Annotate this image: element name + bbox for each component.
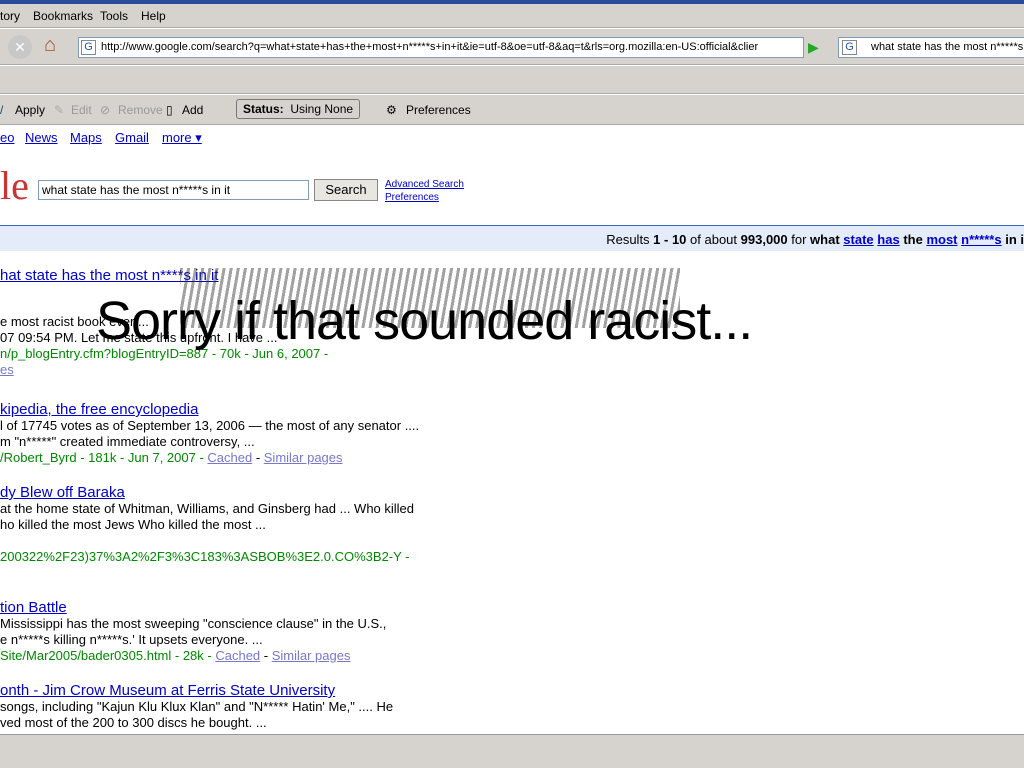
- query-input[interactable]: what state has the most n*****s in it: [38, 180, 309, 200]
- home-icon[interactable]: ⌂: [44, 34, 56, 57]
- search-button[interactable]: Search: [314, 179, 378, 201]
- menu-tools[interactable]: Tools: [100, 9, 128, 23]
- results-term-link[interactable]: state: [843, 232, 873, 247]
- add-button[interactable]: Add: [182, 103, 203, 117]
- cached-link[interactable]: Cached: [215, 648, 260, 663]
- result-title[interactable]: dy Blew off Baraka: [0, 484, 414, 501]
- browser-search-input[interactable]: Gwhat state has the most n*****s: [838, 37, 1024, 58]
- results-term: in i: [1005, 232, 1024, 247]
- result-url: Site/Mar2005/bader0305.html - 28k -: [0, 648, 216, 663]
- result-title[interactable]: tion Battle: [0, 599, 386, 616]
- result-title[interactable]: onth - Jim Crow Museum at Ferris State U…: [0, 682, 393, 699]
- advanced-links: Advanced Search Preferences: [385, 178, 464, 204]
- status-label: Status:: [243, 102, 284, 116]
- result-url: /Robert_Byrd - 181k - Jun 7, 2007 -: [0, 450, 208, 465]
- extension-toolbar: / Apply ✎ Edit ⊘ Remove ▯ Add Status: Us…: [0, 95, 1024, 125]
- results-bar: Results 1 - 10 of about 993,000 for what…: [0, 225, 1024, 251]
- result-item: dy Blew off Baraka at the home state of …: [0, 484, 414, 565]
- bookmarks-toolbar: [0, 66, 1024, 94]
- link-more[interactable]: more ▾: [162, 130, 202, 146]
- result-snippet: l of 17745 votes as of September 13, 200…: [0, 418, 420, 433]
- url-text: http://www.google.com/search?q=what+stat…: [101, 41, 759, 53]
- similar-pages-link[interactable]: Similar pages: [264, 450, 343, 465]
- similar-pages-link[interactable]: Similar pages: [272, 648, 351, 663]
- results-term-link[interactable]: has: [877, 232, 899, 247]
- link-gmail[interactable]: Gmail: [115, 130, 149, 145]
- navigation-toolbar: ✕ ⌂ Ghttp://www.google.com/search?q=what…: [0, 29, 1024, 65]
- apply-icon: /: [0, 103, 4, 117]
- link-maps[interactable]: Maps: [70, 130, 102, 145]
- google-favicon-icon: G: [81, 40, 96, 55]
- overlay-text: Sorry if that sounded racist...: [96, 291, 753, 351]
- menu-bar: tory Bookmarks Tools Help: [0, 4, 1024, 28]
- result-snippet: ved most of the 200 to 300 discs he boug…: [0, 715, 267, 730]
- status-bar: [0, 734, 1024, 768]
- google-logo[interactable]: le: [0, 162, 29, 209]
- remove-icon: ⊘: [100, 103, 111, 117]
- results-total: 993,000: [740, 232, 788, 247]
- add-icon: ▯: [166, 103, 173, 117]
- result-snippet: e n*****s killing n*****s.' It upsets ev…: [0, 632, 263, 647]
- menu-bookmarks[interactable]: Bookmarks: [33, 9, 93, 23]
- similar-pages-link[interactable]: es: [0, 362, 328, 378]
- search-engine-icon[interactable]: G: [842, 40, 857, 55]
- result-item: onth - Jim Crow Museum at Ferris State U…: [0, 682, 393, 731]
- result-snippet: at the home state of Whitman, Williams, …: [0, 501, 415, 516]
- link-news[interactable]: News: [25, 130, 58, 145]
- cached-link[interactable]: Cached: [207, 450, 252, 465]
- results-term: what: [810, 232, 840, 247]
- result-item: kipedia, the free encyclopedia l of 1774…: [0, 401, 420, 465]
- preferences-button[interactable]: Preferences: [406, 103, 471, 117]
- apply-button[interactable]: Apply: [15, 103, 45, 117]
- result-snippet: Mississippi has the most sweeping "consc…: [0, 616, 387, 631]
- result-item: tion Battle Mississippi has the most swe…: [0, 599, 387, 663]
- result-url: 200322%2F23)37%3A2%2F3%3C183%3ASBOB%3E2.…: [0, 549, 410, 564]
- result-snippet: ho killed the most Jews Who killed the m…: [0, 517, 266, 532]
- result-snippet: songs, including "Kajun Klu Klux Klan" a…: [0, 699, 394, 714]
- go-icon[interactable]: ▶: [808, 39, 819, 56]
- results-term: the: [903, 232, 923, 247]
- edit-icon: ✎: [54, 103, 65, 117]
- results-term-link[interactable]: most: [926, 232, 957, 247]
- results-of: of about: [686, 232, 741, 247]
- stop-icon[interactable]: ✕: [8, 35, 32, 59]
- results-term-link[interactable]: n*****s: [961, 232, 1001, 247]
- results-prefix: Results: [606, 232, 654, 247]
- menu-history[interactable]: tory: [0, 9, 20, 23]
- preferences-link[interactable]: Preferences: [385, 191, 464, 204]
- edit-button[interactable]: Edit: [71, 103, 92, 117]
- menu-help[interactable]: Help: [141, 9, 166, 23]
- status-box[interactable]: Status: Using None: [236, 99, 361, 119]
- browser-search-text: what state has the most n*****s: [871, 41, 1024, 53]
- remove-button[interactable]: Remove: [118, 103, 163, 117]
- results-for: for: [787, 232, 811, 247]
- url-bar[interactable]: Ghttp://www.google.com/search?q=what+sta…: [78, 37, 804, 58]
- results-range: 1 - 10: [653, 232, 687, 247]
- advanced-search-link[interactable]: Advanced Search: [385, 178, 464, 191]
- result-title[interactable]: kipedia, the free encyclopedia: [0, 401, 419, 418]
- result-snippet: m "n*****" created immediate controversy…: [0, 434, 255, 449]
- gear-icon: ⚙: [386, 103, 397, 117]
- status-value: Using None: [290, 102, 354, 116]
- link-video[interactable]: eo: [0, 130, 14, 145]
